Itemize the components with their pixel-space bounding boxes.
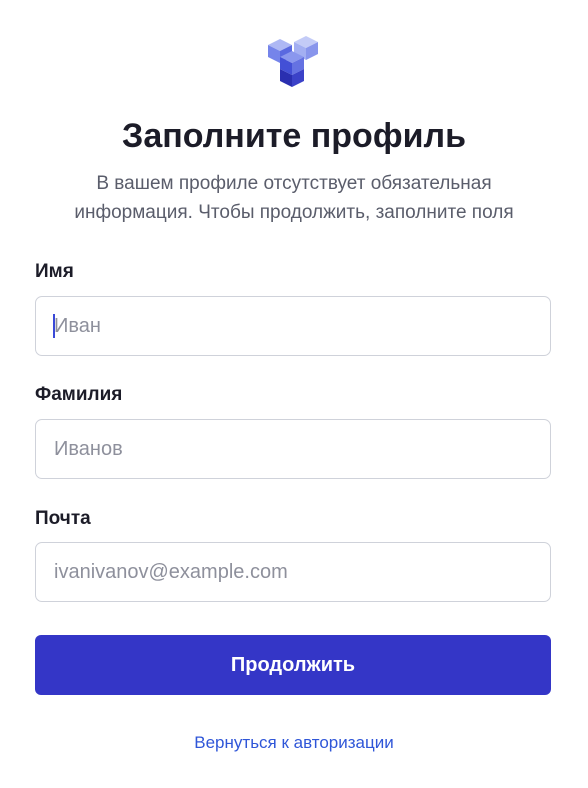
continue-button[interactable]: Продолжить xyxy=(35,635,551,695)
subtitle-line-2: информация. Чтобы продолжить, заполните … xyxy=(74,202,514,223)
first-name-input[interactable] xyxy=(35,296,551,356)
page-title: Заполните профиль xyxy=(122,117,466,155)
email-input[interactable] xyxy=(35,542,551,602)
page-subtitle: В вашем профиле отсутствует обязательная… xyxy=(34,169,554,227)
last-name-input[interactable] xyxy=(35,419,551,479)
profile-completion-page: Заполните профиль В вашем профиле отсутс… xyxy=(0,0,588,788)
first-name-label: Имя xyxy=(35,261,74,282)
back-to-login-link[interactable]: Вернуться к авторизации xyxy=(0,731,588,755)
last-name-label: Фамилия xyxy=(35,384,123,405)
text-cursor xyxy=(53,314,55,338)
cube-stack-logo-icon xyxy=(268,36,318,87)
email-label: Почта xyxy=(35,508,91,529)
subtitle-line-1: В вашем профиле отсутствует обязательная xyxy=(96,173,492,194)
